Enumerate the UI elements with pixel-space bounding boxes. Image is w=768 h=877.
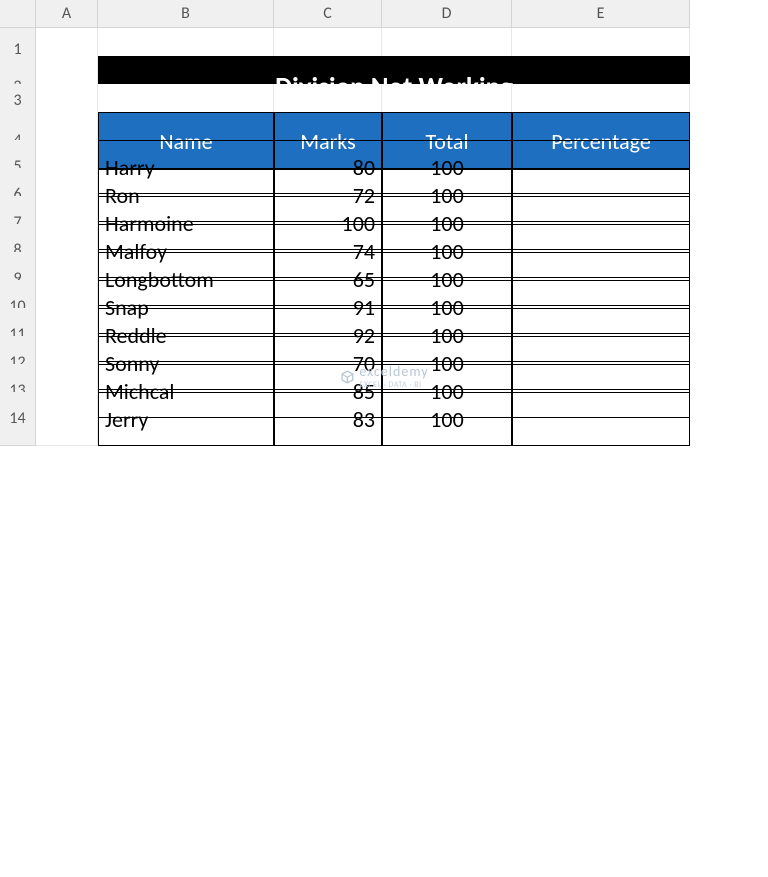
col-header-B[interactable]: B xyxy=(98,0,274,28)
col-header-D[interactable]: D xyxy=(382,0,512,28)
cell-total[interactable]: 100 xyxy=(382,392,512,446)
row-header-14[interactable]: 14 xyxy=(0,392,36,446)
col-header-A[interactable]: A xyxy=(36,0,98,28)
select-all-corner[interactable] xyxy=(0,0,36,28)
cell-percentage[interactable] xyxy=(512,392,690,446)
cell-A14[interactable] xyxy=(36,392,98,446)
col-header-E[interactable]: E xyxy=(512,0,690,28)
cell-marks[interactable]: 83 xyxy=(274,392,382,446)
col-header-C[interactable]: C xyxy=(274,0,382,28)
cell-name[interactable]: Jerry xyxy=(98,392,274,446)
